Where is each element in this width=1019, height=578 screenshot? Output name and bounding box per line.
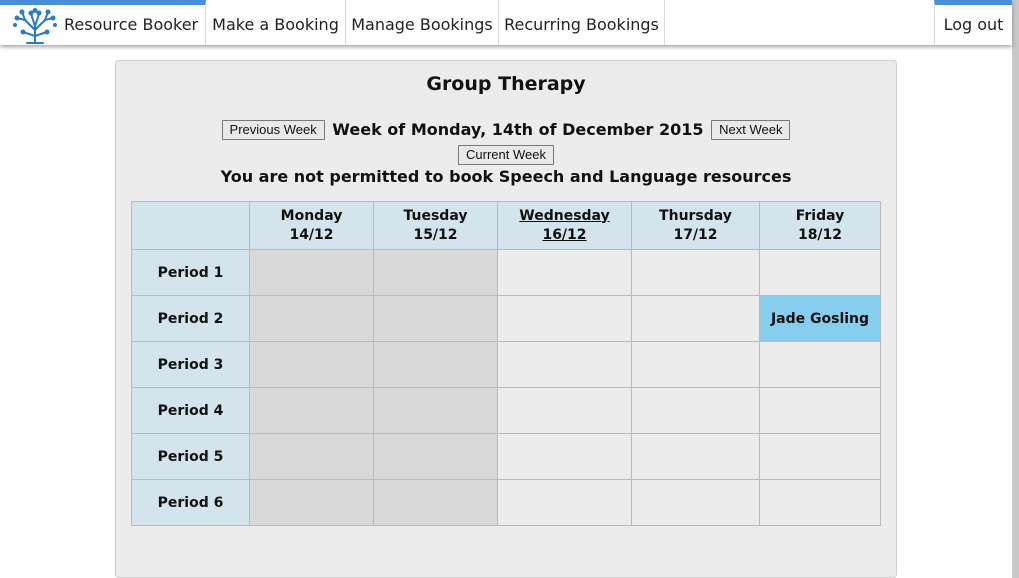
period-label: Period 6 <box>131 479 250 526</box>
slot-past <box>373 479 498 526</box>
slot-available[interactable] <box>631 479 760 526</box>
period-row: Period 1 <box>131 249 881 296</box>
next-week-button[interactable]: Next Week <box>711 119 791 140</box>
period-row: Period 5 <box>131 433 881 480</box>
period-label: Period 2 <box>131 295 250 342</box>
schedule-header-row: Monday 14/12 Tuesday 15/12 Wednesday 16/12 … <box>131 201 881 250</box>
slot-available[interactable] <box>759 433 881 480</box>
period-row: Period 4 <box>131 387 881 434</box>
slot-available[interactable] <box>497 387 632 434</box>
brand-home-link[interactable]: Resource Booker <box>0 0 206 45</box>
slot-available[interactable] <box>631 295 760 342</box>
day-name: Monday <box>280 207 343 224</box>
slot-available[interactable] <box>759 479 881 526</box>
day-header-wednesday: Wednesday 16/12 <box>497 201 632 250</box>
slot-available[interactable] <box>631 341 760 388</box>
slot-available[interactable] <box>631 387 760 434</box>
scrollbar-thumb[interactable] <box>1012 0 1019 578</box>
day-header-friday: Friday 18/12 <box>759 201 881 250</box>
slot-past <box>249 341 374 388</box>
slot-past <box>373 387 498 434</box>
slot-past <box>249 387 374 434</box>
week-label: Week of Monday, 14th of December 2015 <box>332 120 704 139</box>
current-week-row: Current Week <box>116 144 896 165</box>
day-header-monday: Monday 14/12 <box>249 201 374 250</box>
slot-available[interactable] <box>759 249 881 296</box>
nav-recurring-bookings[interactable]: Recurring Bookings <box>499 0 665 45</box>
current-week-button[interactable]: Current Week <box>458 144 554 165</box>
slot-past <box>249 433 374 480</box>
day-header-tuesday: Tuesday 15/12 <box>373 201 498 250</box>
slot-booking[interactable]: Jade Gosling <box>759 295 881 342</box>
period-row: Period 2 Jade Gosling <box>131 295 881 342</box>
top-navbar: Resource Booker Make a Booking Manage Bo… <box>0 0 1012 45</box>
permission-notice: You are not permitted to book Speech and… <box>220 167 792 186</box>
slot-past <box>249 479 374 526</box>
day-date: 16/12 <box>542 226 587 243</box>
resource-title: Group Therapy <box>426 73 586 95</box>
period-row: Period 6 <box>131 479 881 526</box>
previous-week-button[interactable]: Previous Week <box>221 119 325 140</box>
period-label: Period 3 <box>131 341 250 388</box>
slot-available[interactable] <box>497 295 632 342</box>
resource-panel: Group Therapy Previous Week Week of Mond… <box>115 60 897 578</box>
slot-past <box>373 295 498 342</box>
brand-label: Resource Booker <box>64 15 199 34</box>
slot-available[interactable] <box>759 341 881 388</box>
nav-make-booking[interactable]: Make a Booking <box>206 0 346 45</box>
slot-available[interactable] <box>497 433 632 480</box>
nav-log-out[interactable]: Log out <box>934 0 1012 45</box>
period-row: Period 3 <box>131 341 881 388</box>
period-label: Period 1 <box>131 249 250 296</box>
slot-available[interactable] <box>497 479 632 526</box>
day-name: Friday <box>795 207 845 224</box>
slot-past <box>373 249 498 296</box>
tree-icon <box>13 8 57 44</box>
slot-past <box>249 295 374 342</box>
day-date: 14/12 <box>289 226 334 243</box>
nav-manage-bookings[interactable]: Manage Bookings <box>346 0 499 45</box>
day-name: Tuesday <box>403 207 468 224</box>
slot-past <box>249 249 374 296</box>
day-date: 15/12 <box>413 226 458 243</box>
vertical-scrollbar[interactable] <box>1012 0 1019 578</box>
day-date: 18/12 <box>797 226 843 243</box>
day-header-thursday: Thursday 17/12 <box>631 201 760 250</box>
schedule-table: Monday 14/12 Tuesday 15/12 Wednesday 16/12 … <box>131 201 881 526</box>
slot-past <box>373 341 498 388</box>
week-navigation: Previous Week Week of Monday, 14th of De… <box>116 119 896 140</box>
slot-available[interactable] <box>631 433 760 480</box>
slot-available[interactable] <box>497 341 632 388</box>
slot-available[interactable] <box>497 249 632 296</box>
slot-available[interactable] <box>759 387 881 434</box>
day-name: Thursday <box>659 207 732 224</box>
day-date: 17/12 <box>673 226 718 243</box>
period-label: Period 5 <box>131 433 250 480</box>
slot-past <box>373 433 498 480</box>
day-name: Wednesday <box>519 207 610 224</box>
slot-available[interactable] <box>631 249 760 296</box>
corner-header <box>131 201 250 250</box>
period-label: Period 4 <box>131 387 250 434</box>
